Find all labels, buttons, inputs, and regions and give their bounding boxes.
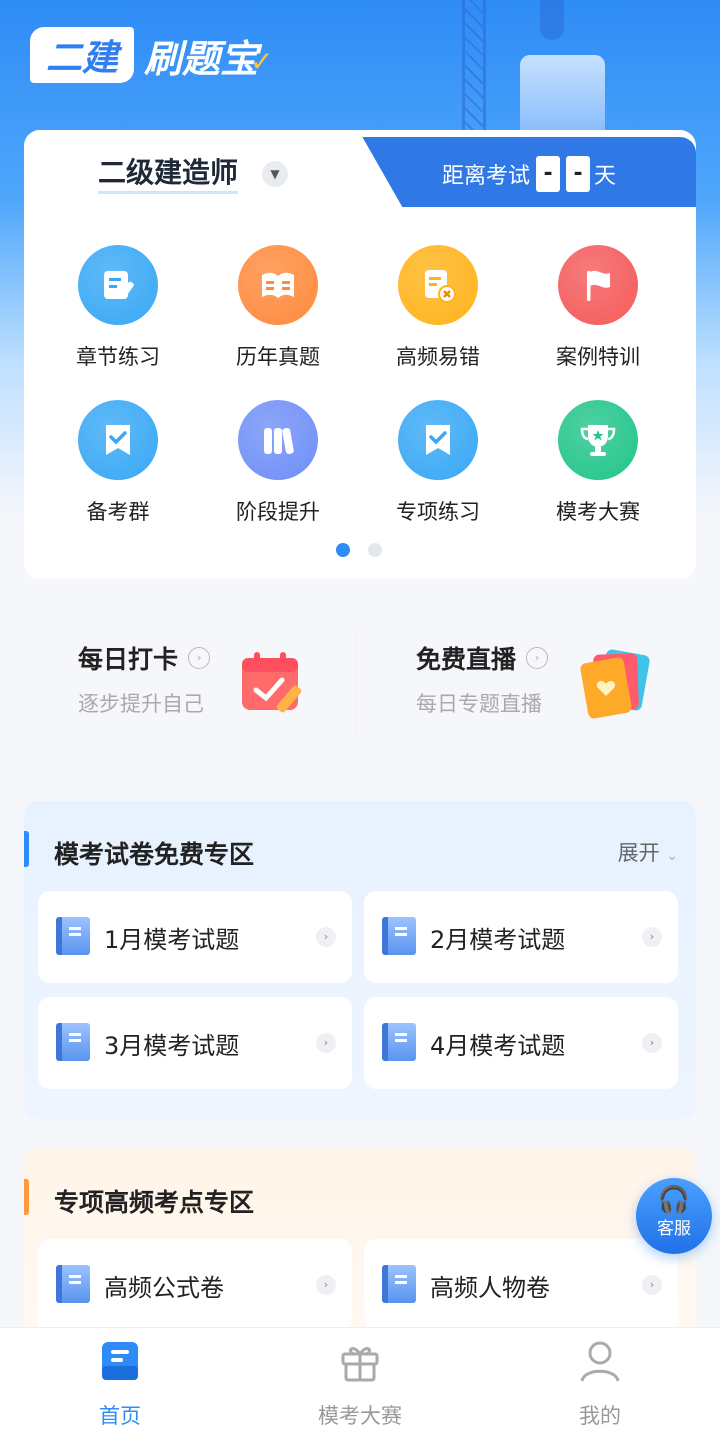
page-dot-active [336, 543, 350, 557]
chevron-right-icon: › [642, 1033, 662, 1053]
calendar-check-icon [242, 652, 302, 713]
tab-home[interactable]: 首页 [0, 1328, 240, 1442]
error-doc-icon [398, 245, 478, 325]
free-live-entry[interactable]: 免费直播 › 每日专题直播 [416, 640, 549, 718]
tab-label: 我的 [579, 1404, 621, 1428]
feature-label: 备考群 [86, 500, 150, 524]
section-title: 模考试卷免费专区 [54, 840, 255, 869]
service-label: 客服 [657, 1219, 691, 1239]
customer-service-button[interactable]: 🎧 客服 [636, 1178, 712, 1254]
edit-icon [78, 245, 158, 325]
countdown-digit: - [536, 156, 561, 192]
tab-label: 模考大赛 [318, 1404, 402, 1428]
chevron-right-icon: › [316, 927, 336, 947]
logo-check-icon: ✓ [250, 44, 274, 78]
feature-label: 案例特训 [556, 345, 640, 369]
paper-label: 高频公式卷 [104, 1274, 224, 1302]
daily-checkin-subtitle: 逐步提升自己 [78, 692, 204, 716]
tab-mock-contest[interactable]: 模考大赛 [240, 1328, 480, 1442]
paper-card[interactable]: 高频公式卷 › [38, 1239, 352, 1331]
chevron-right-icon: › [316, 1275, 336, 1295]
section-title: 专项高频考点专区 [54, 1188, 255, 1217]
chevron-right-icon: › [526, 647, 549, 669]
exam-countdown: 距离考试 - - 天 [442, 156, 616, 192]
headset-icon: 🎧 [657, 1185, 691, 1215]
tower-decoration [462, 0, 486, 135]
cards-icon [580, 649, 650, 719]
chevron-right-icon: › [642, 927, 662, 947]
special-section: 专项高频考点专区 高频公式卷 › 高频人物卷 › [24, 1149, 696, 1349]
book-icon [238, 245, 318, 325]
document-icon [56, 1023, 90, 1061]
chevron-down-icon[interactable]: ▼ [262, 161, 288, 187]
paper-card[interactable]: 3月模考试题 › [38, 997, 352, 1089]
feature-6[interactable]: 阶段提升 [208, 400, 348, 526]
building-decoration [520, 55, 605, 135]
document-icon [382, 1265, 416, 1303]
bottom-tab-bar: 首页 模考大赛 我的 [0, 1327, 720, 1442]
expand-button[interactable]: 展开 ⌄ [618, 837, 678, 867]
feature-label: 模考大赛 [556, 500, 640, 524]
free-live-subtitle: 每日专题直播 [416, 692, 542, 716]
daily-checkin-title: 每日打卡 [78, 645, 179, 674]
feature-label: 高频易错 [396, 345, 480, 369]
section-accent-bar [24, 831, 29, 867]
free-live-title: 免费直播 [416, 645, 517, 674]
paper-label: 4月模考试题 [430, 1032, 566, 1060]
feature-4[interactable]: 案例特训 [528, 245, 668, 371]
section-accent-bar [24, 1179, 29, 1215]
crane-hook-decoration [540, 0, 564, 40]
document-icon [382, 917, 416, 955]
paper-label: 2月模考试题 [430, 926, 566, 954]
page-indicator [336, 543, 400, 557]
feature-8[interactable]: 模考大赛 [528, 400, 668, 526]
mock-exam-section: 模考试卷免费专区 展开 ⌄ 1月模考试题 › 2月模考试题 › 3月模考试题 › 4月模考试… [24, 801, 696, 1119]
page-dot [368, 543, 382, 557]
exam-selector[interactable]: 二级建造师 [98, 155, 239, 194]
bookmark-check-icon [78, 400, 158, 480]
countdown-digit: - [566, 156, 591, 192]
feature-label: 历年真题 [236, 345, 320, 369]
chevron-right-icon: › [188, 647, 211, 669]
chevron-down-icon: ⌄ [666, 848, 678, 864]
feature-2[interactable]: 历年真题 [208, 245, 348, 371]
books-icon [238, 400, 318, 480]
countdown-unit: 天 [594, 164, 617, 189]
document-icon [56, 917, 90, 955]
paper-card[interactable]: 4月模考试题 › [364, 997, 678, 1089]
feature-label: 章节练习 [76, 345, 160, 369]
user-icon [580, 1341, 620, 1382]
document-icon [56, 1265, 90, 1303]
paper-card[interactable]: 高频人物卷 › [364, 1239, 678, 1331]
paper-card[interactable]: 2月模考试题 › [364, 891, 678, 983]
chevron-right-icon: › [642, 1275, 662, 1295]
expand-label: 展开 [617, 841, 660, 865]
paper-label: 3月模考试题 [104, 1032, 240, 1060]
tab-label: 首页 [99, 1404, 141, 1428]
tab-mine[interactable]: 我的 [480, 1328, 720, 1442]
feature-3[interactable]: 高频易错 [368, 245, 508, 371]
feature-1[interactable]: 章节练习 [48, 245, 188, 371]
gift-icon [341, 1347, 379, 1382]
feature-7[interactable]: 专项练习 [368, 400, 508, 526]
chevron-right-icon: › [316, 1033, 336, 1053]
paper-card[interactable]: 1月模考试题 › [38, 891, 352, 983]
daily-checkin-entry[interactable]: 每日打卡 › 逐步提升自己 [78, 640, 211, 718]
bookmark-check-icon [398, 400, 478, 480]
logo-text: 刷题宝 [144, 36, 259, 81]
paper-label: 1月模考试题 [104, 926, 240, 954]
feature-label: 专项练习 [396, 500, 480, 524]
document-icon [382, 1023, 416, 1061]
paper-label: 高频人物卷 [430, 1274, 550, 1302]
quick-divider [356, 630, 357, 734]
home-icon [102, 1342, 138, 1380]
flag-icon [558, 245, 638, 325]
feature-label: 阶段提升 [236, 500, 320, 524]
app-logo: 二建 刷题宝 ✓ [30, 27, 274, 83]
logo-badge: 二建 [30, 27, 135, 83]
countdown-label: 距离考试 [442, 164, 531, 189]
feature-5[interactable]: 备考群 [48, 400, 188, 526]
trophy-icon [558, 400, 638, 480]
